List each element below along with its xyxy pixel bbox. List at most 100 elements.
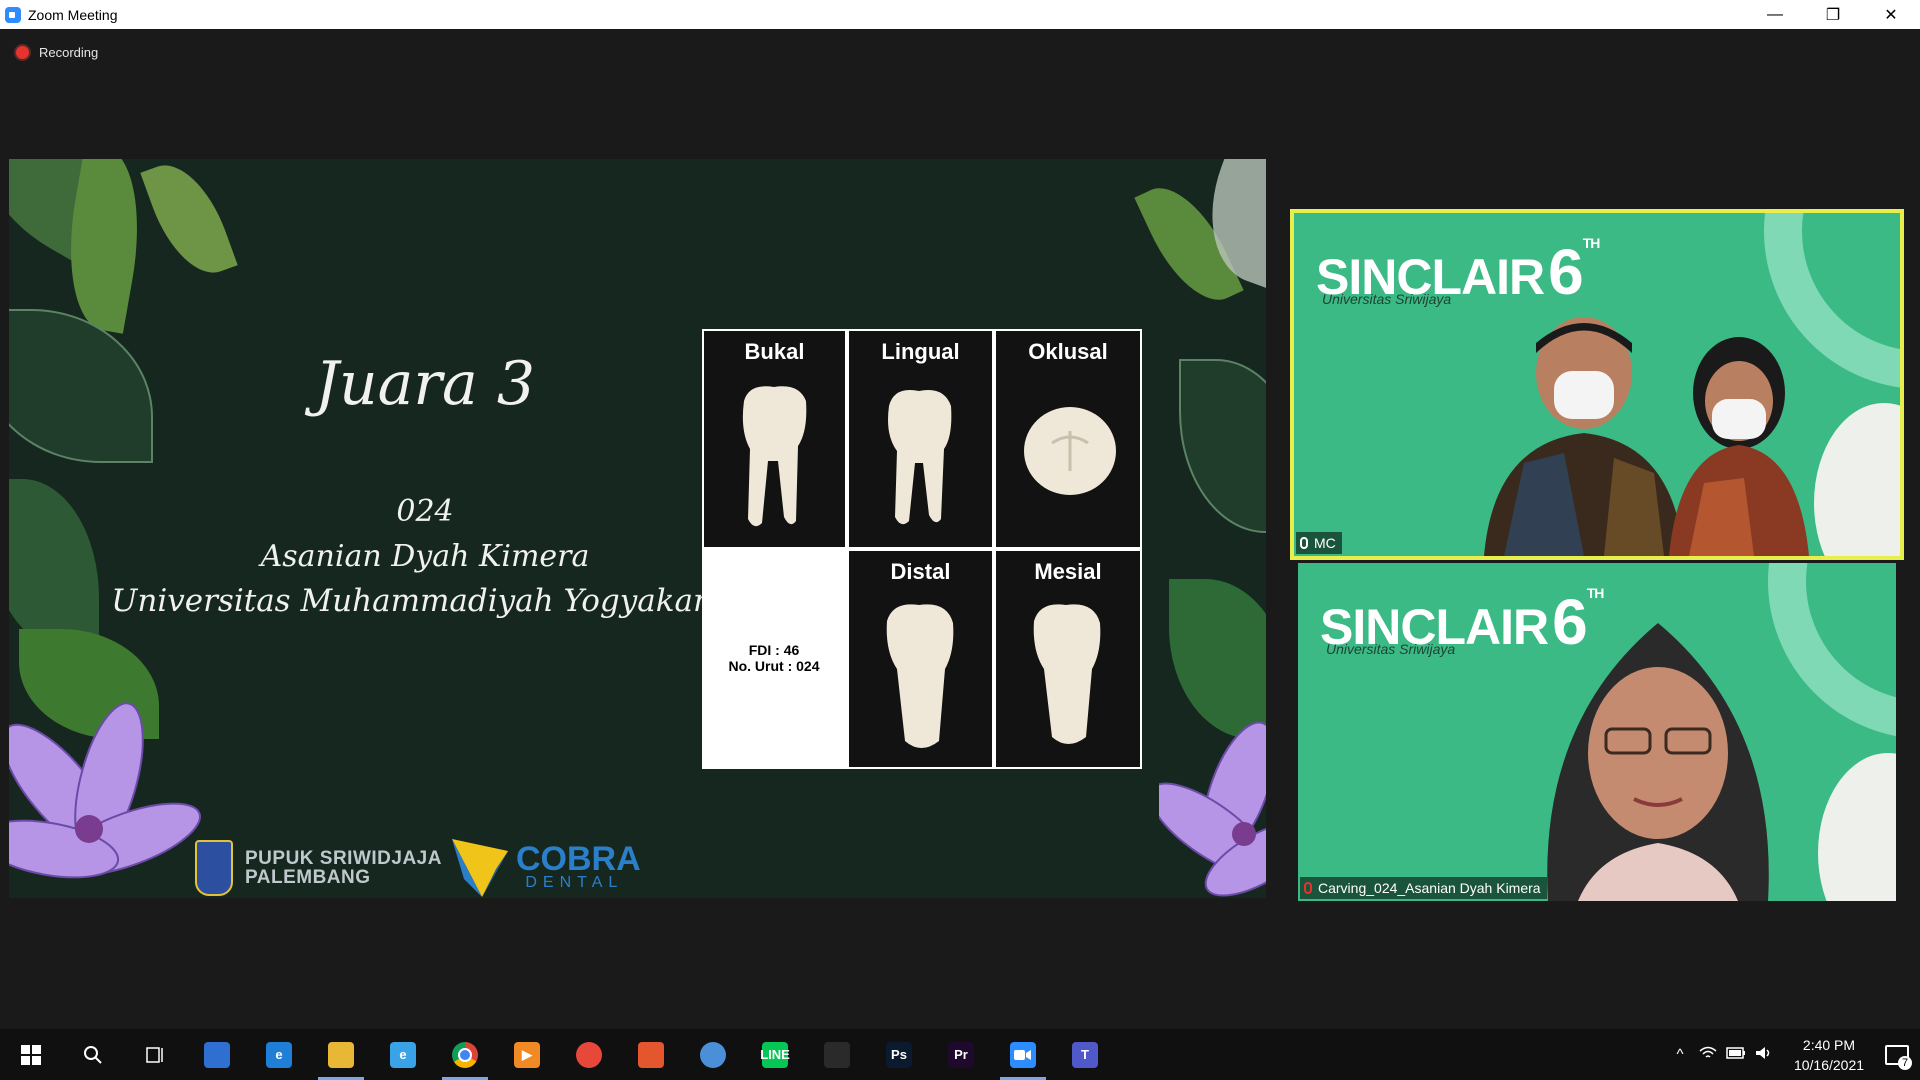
- shared-screen[interactable]: Juara 3 024 Asanian Dyah Kimera Universi…: [9, 159, 1266, 898]
- chrome-taskbar-button[interactable]: [434, 1029, 496, 1080]
- file-explorer-icon: [328, 1041, 354, 1068]
- tooth-image: [742, 386, 807, 527]
- lily-flower-left: [9, 702, 202, 879]
- microsoft-store-icon: [204, 1041, 230, 1068]
- pusri-name: PUPUK SRIWIDJAJA PALEMBANG: [245, 849, 442, 887]
- edge-legacy-icon: e: [266, 1041, 292, 1068]
- camera-app-taskbar-button[interactable]: [558, 1029, 620, 1080]
- leaf-decoration: [1179, 359, 1266, 533]
- restore-button[interactable]: ❐: [1804, 0, 1862, 29]
- sponsor-logos: PUPUK SRIWIDJAJA PALEMBANG COBRA DENTAL: [195, 839, 641, 897]
- video-tile-participant[interactable]: SINCLAIR6TH Universitas Sriwijaya Carvin…: [1298, 563, 1896, 901]
- media-player-icon: ▶: [514, 1041, 540, 1068]
- urut-label: No. Urut : 024: [728, 658, 820, 674]
- zoom-icon: [1010, 1041, 1036, 1068]
- mic-icon: [1300, 537, 1308, 549]
- edge-legacy-taskbar-button[interactable]: e: [248, 1029, 310, 1080]
- internet-explorer-icon: e: [390, 1041, 416, 1068]
- background-cloud: [1818, 753, 1896, 901]
- leaf-decoration: [1169, 579, 1266, 739]
- window-title: Zoom Meeting: [28, 6, 118, 23]
- tooth-view-lingual: Lingual: [849, 331, 992, 547]
- recording-label: Recording: [39, 45, 99, 60]
- media-player-taskbar-button[interactable]: ▶: [496, 1029, 558, 1080]
- participant-name-label: Carving_024_Asanian Dyah Kimera: [1318, 880, 1541, 896]
- tooth-view-bukal: Bukal: [704, 331, 845, 547]
- notification-count: 7: [1898, 1056, 1912, 1070]
- camera-app-icon: [576, 1041, 602, 1068]
- tooth-image: [886, 604, 954, 748]
- line-taskbar-button[interactable]: LINE: [744, 1029, 806, 1080]
- window-titlebar: Zoom Meeting — ❐ ✕: [0, 0, 1920, 29]
- internet-explorer-taskbar-button[interactable]: e: [372, 1029, 434, 1080]
- brand-suffix: TH: [1582, 235, 1601, 251]
- cobra-text-block: COBRA DENTAL: [508, 840, 641, 892]
- leaf-decoration: [140, 159, 238, 286]
- tooth-view-oklusal: Oklusal: [996, 331, 1140, 547]
- recording-indicator[interactable]: Recording: [16, 45, 98, 60]
- globe-app-icon: [700, 1041, 726, 1068]
- microsoft-store-taskbar-button[interactable]: [186, 1029, 248, 1080]
- lily-flower-right: [1159, 721, 1266, 897]
- brand-subtitle: Universitas Sriwijaya: [1322, 291, 1452, 307]
- cobra-dental-logo: [451, 839, 508, 897]
- zoom-taskbar-button[interactable]: [992, 1029, 1054, 1080]
- close-button[interactable]: ✕: [1862, 0, 1920, 29]
- participant-name-tag: MC: [1296, 532, 1342, 554]
- participant-name-label: MC: [1314, 535, 1336, 551]
- participant-video: [1547, 623, 1769, 901]
- brand-suffix: TH: [1586, 585, 1605, 601]
- search-taskbar-button[interactable]: [62, 1029, 124, 1080]
- tooth-image: [1033, 604, 1101, 744]
- fdi-label: FDI : 46: [748, 642, 800, 658]
- participant-video: [1484, 317, 1809, 556]
- globe-app-taskbar-button[interactable]: [682, 1029, 744, 1080]
- xodo-taskbar-button[interactable]: [806, 1029, 868, 1080]
- taskbar-apps: e e ▶ LINE Ps Pr T: [0, 1029, 1116, 1080]
- windows-start-icon: [18, 1042, 44, 1068]
- tooth-image: [1024, 407, 1116, 495]
- meeting-stage: Recording Juara 3 024 Asanian Dyah Kimer…: [0, 29, 1920, 1029]
- volume-icon[interactable]: [1750, 1046, 1778, 1064]
- tooth-image: [888, 390, 952, 525]
- brand-subtitle: Universitas Sriwijaya: [1326, 641, 1456, 657]
- pusri-line1: PUPUK SRIWIDJAJA: [245, 848, 442, 869]
- line-icon: LINE: [760, 1041, 790, 1068]
- cobra-name: COBRA: [515, 840, 641, 878]
- windows-start-taskbar-button[interactable]: [0, 1029, 62, 1080]
- notification-center-button[interactable]: 7: [1874, 1029, 1920, 1080]
- zoom-icon: [5, 6, 21, 23]
- tooth-view-distal: Distal: [849, 551, 992, 767]
- muted-mic-icon: [1304, 882, 1312, 894]
- task-view-taskbar-button[interactable]: [124, 1029, 186, 1080]
- teams-taskbar-button[interactable]: T: [1054, 1029, 1116, 1080]
- pusri-logo: [195, 840, 233, 896]
- autodesk-icon: [638, 1041, 664, 1068]
- wifi-icon[interactable]: [1694, 1046, 1722, 1064]
- video-tile-mc[interactable]: SINCLAIR6TH Universitas Sriwijaya MC: [1290, 209, 1904, 560]
- sinclair-logo: SINCLAIR6TH Universitas Sriwijaya: [1316, 235, 1601, 309]
- premiere-icon: Pr: [948, 1041, 974, 1068]
- teams-icon: T: [1072, 1041, 1098, 1068]
- tooth-photo-grid: Bukal Lingual Oklusal FDI : 46 No. Urut …: [702, 329, 1142, 769]
- windows-taskbar: e e ▶ LINE Ps Pr T ^ 2:40 PM 10/16/2021 7: [0, 1029, 1920, 1080]
- chrome-icon: [452, 1041, 478, 1068]
- premiere-taskbar-button[interactable]: Pr: [930, 1029, 992, 1080]
- record-icon: [16, 46, 29, 59]
- photoshop-icon: Ps: [886, 1041, 912, 1068]
- task-view-icon: [142, 1042, 168, 1068]
- fdi-info: FDI : 46 No. Urut : 024: [702, 549, 846, 767]
- search-icon: [80, 1042, 106, 1068]
- brand-number: 6: [1548, 236, 1584, 308]
- window-controls: — ❐ ✕: [1746, 0, 1920, 29]
- clock[interactable]: 2:40 PM 10/16/2021: [1784, 1035, 1874, 1075]
- photoshop-taskbar-button[interactable]: Ps: [868, 1029, 930, 1080]
- minimize-button[interactable]: —: [1746, 0, 1804, 29]
- tray-chevron-icon[interactable]: ^: [1666, 1046, 1694, 1063]
- clock-date: 10/16/2021: [1793, 1056, 1865, 1073]
- autodesk-taskbar-button[interactable]: [620, 1029, 682, 1080]
- xodo-icon: [824, 1041, 850, 1068]
- file-explorer-taskbar-button[interactable]: [310, 1029, 372, 1080]
- tooth-view-mesial: Mesial: [996, 551, 1140, 767]
- battery-icon[interactable]: [1722, 1046, 1750, 1063]
